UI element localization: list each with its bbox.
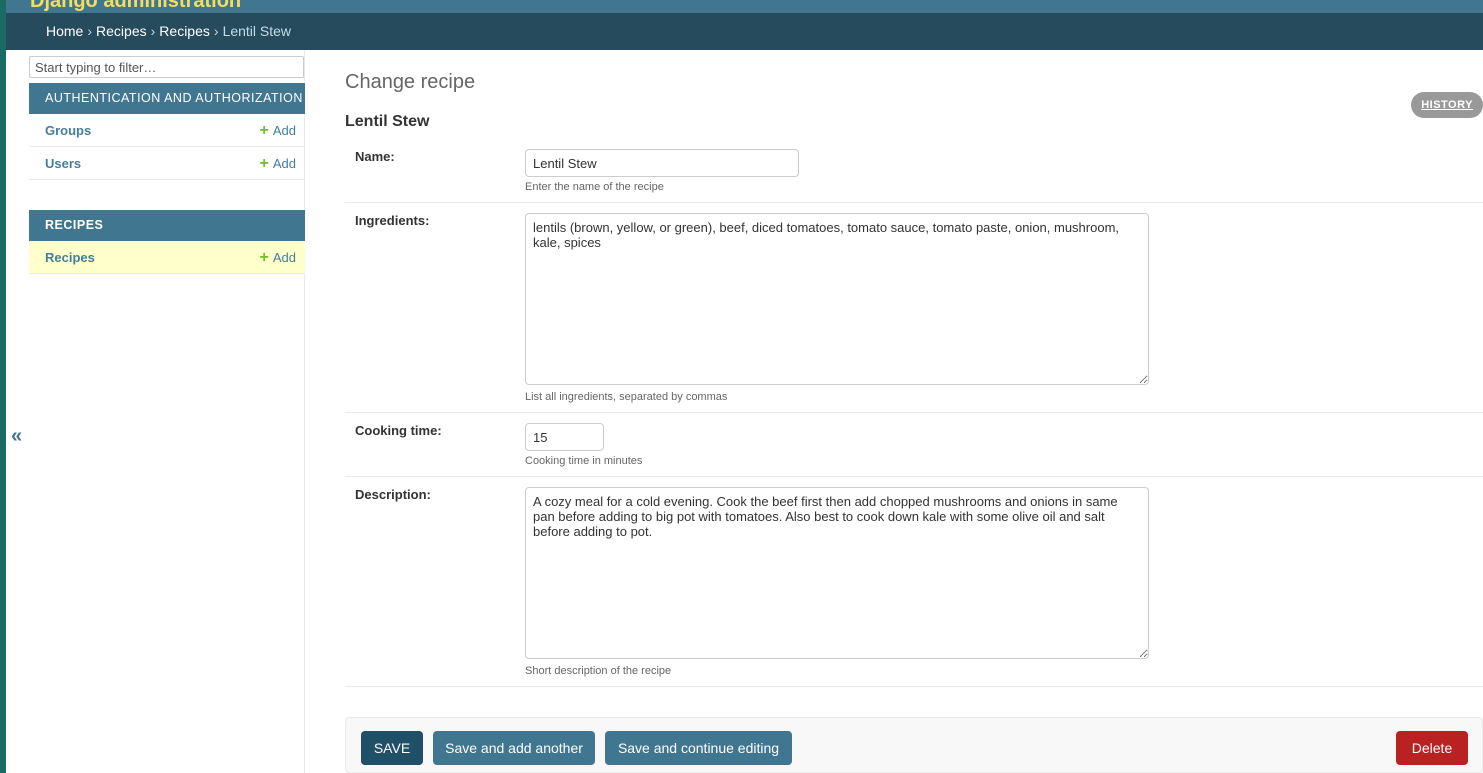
admin-page: Django administration Home › Recipes › Recip… xyxy=(6,0,1483,773)
breadcrumb-app[interactable]: Recipes xyxy=(96,23,147,39)
field-row-cooking-time: Cooking time: Cooking time in minutes xyxy=(345,413,1483,477)
cooking-time-help: Cooking time in minutes xyxy=(525,455,643,467)
add-recipes-link[interactable]: + Add xyxy=(260,241,296,274)
sidebar-item-users-link[interactable]: Users xyxy=(45,156,81,171)
add-icon: + xyxy=(259,122,269,139)
description-label: Description: xyxy=(355,487,431,502)
breadcrumb: Home › Recipes › Recipes › Lentil Stew xyxy=(6,13,1483,50)
submit-row: SAVE Save and add another Save and conti… xyxy=(345,717,1483,773)
breadcrumb-separator: › xyxy=(150,23,156,39)
breadcrumb-separator: › xyxy=(87,23,93,39)
ingredients-textarea[interactable]: lentils (brown, yellow, or green), beef,… xyxy=(525,213,1149,385)
name-input[interactable] xyxy=(525,149,799,177)
description-textarea[interactable]: A cozy meal for a cold evening. Cook the… xyxy=(525,487,1149,659)
description-help: Short description of the recipe xyxy=(525,665,672,677)
field-row-description: Description: A cozy meal for a cold even… xyxy=(345,477,1483,687)
history-button[interactable]: HISTORY xyxy=(1411,92,1483,118)
sidebar-item-recipes-link[interactable]: Recipes xyxy=(45,250,95,265)
cooking-time-label: Cooking time: xyxy=(355,423,442,438)
module-caption-auth[interactable]: AUTHENTICATION AND AUTHORIZATION xyxy=(29,83,305,114)
add-label: Add xyxy=(272,123,296,138)
sidebar-item-recipes: Recipes + Add xyxy=(29,241,305,274)
delete-button[interactable]: Delete xyxy=(1396,731,1468,765)
breadcrumb-model[interactable]: Recipes xyxy=(159,23,210,39)
ingredients-help: List all ingredients, separated by comma… xyxy=(525,391,728,403)
sidebar-filter-input[interactable] xyxy=(29,56,304,78)
name-label: Name: xyxy=(355,149,395,164)
cooking-time-input[interactable] xyxy=(525,423,604,451)
sidebar-item-groups-link[interactable]: Groups xyxy=(45,123,91,138)
breadcrumb-home[interactable]: Home xyxy=(46,23,83,39)
name-help: Enter the name of the recipe xyxy=(525,181,664,193)
add-label: Add xyxy=(272,156,296,171)
add-label: Add xyxy=(272,250,296,265)
site-brand[interactable]: Django administration xyxy=(30,0,241,13)
field-row-ingredients: Ingredients: lentils (brown, yellow, or … xyxy=(345,203,1483,413)
ingredients-label: Ingredients: xyxy=(355,213,430,228)
field-row-name: Name: Enter the name of the recipe xyxy=(345,139,1483,203)
save-and-add-another-button[interactable]: Save and add another xyxy=(433,731,595,765)
save-and-continue-button[interactable]: Save and continue editing xyxy=(605,731,792,765)
add-groups-link[interactable]: + Add xyxy=(260,114,296,147)
breadcrumb-separator: › xyxy=(213,23,219,39)
module-caption-recipes[interactable]: RECIPES xyxy=(29,210,305,241)
collapse-sidebar-icon[interactable]: « xyxy=(11,425,22,448)
page-title: Change recipe xyxy=(345,71,476,93)
save-button[interactable]: SAVE xyxy=(361,731,423,765)
object-title: Lentil Stew xyxy=(345,113,430,130)
sidebar: AUTHENTICATION AND AUTHORIZATION Groups … xyxy=(28,50,305,773)
add-icon: + xyxy=(259,155,269,172)
sidebar-item-users: Users + Add xyxy=(29,147,305,180)
breadcrumb-current: Lentil Stew xyxy=(222,23,292,39)
add-users-link[interactable]: + Add xyxy=(260,147,296,180)
add-icon: + xyxy=(259,249,269,266)
site-header: Django administration xyxy=(6,0,1483,13)
sidebar-item-groups: Groups + Add xyxy=(29,114,305,147)
